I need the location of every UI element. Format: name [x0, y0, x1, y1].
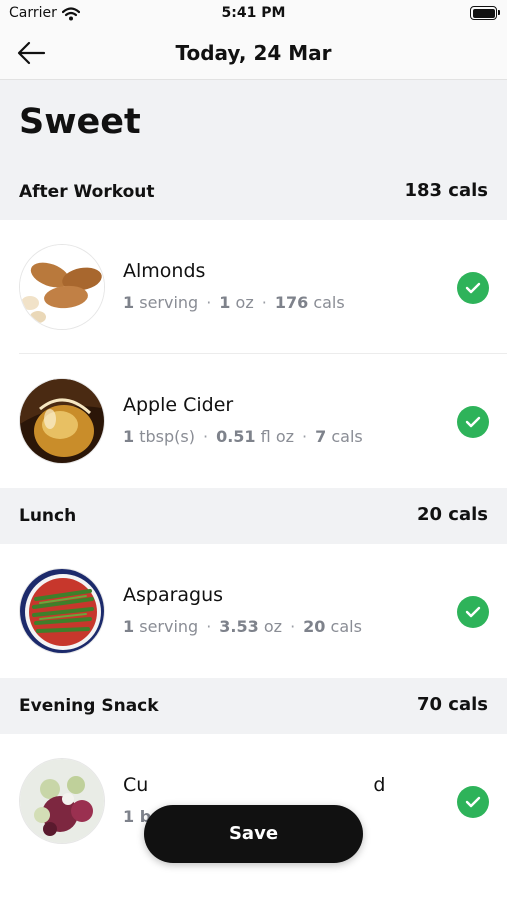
asparagus-image — [19, 568, 105, 654]
salad-image — [19, 758, 105, 844]
section-cals: 20 cals — [416, 504, 488, 525]
battery-icon — [470, 6, 500, 20]
food-row-asparagus[interactable]: Asparagus 1 serving · 3.53 oz · 20 cals — [0, 544, 507, 678]
check-icon[interactable] — [457, 596, 489, 628]
page-title: Sweet — [0, 80, 507, 164]
section-cals: 70 cals — [416, 694, 488, 715]
check-icon[interactable] — [457, 786, 489, 818]
section-name: Lunch — [19, 506, 77, 526]
section-name: Evening Snack — [19, 696, 159, 716]
almonds-image — [19, 244, 105, 330]
meal-list[interactable]: Sweet After Workout 183 cals Almonds 1 s… — [0, 80, 507, 900]
food-meta: 1 serving · 1 oz · 176 cals — [123, 293, 345, 312]
section-header-evening-snack: Evening Snack 70 cals — [0, 678, 507, 734]
food-name: Cu d — [123, 774, 386, 796]
food-meta: 1 tbsp(s) · 0.51 fl oz · 7 cals — [123, 427, 363, 446]
status-bar: Carrier 5:41 PM — [0, 0, 507, 28]
check-icon[interactable] — [457, 406, 489, 438]
nav-bar: Today, 24 Mar — [0, 28, 507, 80]
section-header-lunch: Lunch 20 cals — [0, 488, 507, 544]
food-meta: 1 serving · 3.53 oz · 20 cals — [123, 617, 362, 636]
section-header-after-workout: After Workout 183 cals — [0, 164, 507, 220]
section-cals: 183 cals — [404, 180, 488, 201]
check-icon[interactable] — [457, 272, 489, 304]
food-name: Apple Cider — [123, 394, 234, 416]
food-row-almonds[interactable]: Almonds 1 serving · 1 oz · 176 cals — [0, 220, 507, 354]
status-time: 5:41 PM — [221, 5, 286, 21]
food-row-apple-cider[interactable]: Apple Cider 1 tbsp(s) · 0.51 fl oz · 7 cals — [0, 354, 507, 488]
section-name: After Workout — [19, 182, 155, 202]
food-name: Asparagus — [123, 584, 224, 606]
apple-cider-image — [19, 378, 105, 464]
food-name: Almonds — [123, 260, 206, 282]
save-button[interactable]: Save — [144, 805, 363, 863]
nav-title: Today, 24 Mar — [175, 41, 332, 65]
